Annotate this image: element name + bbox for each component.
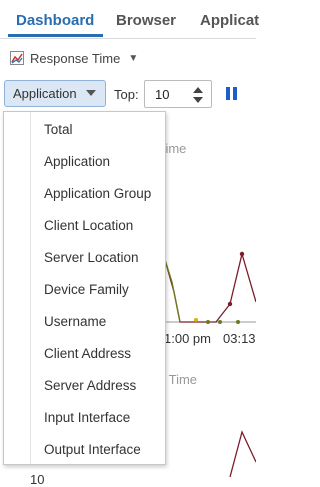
- top-count-value: 10: [155, 87, 170, 102]
- line-series-2: [229, 430, 256, 477]
- menu-item-total[interactable]: Total: [44, 122, 73, 137]
- tab-dashboard[interactable]: Dashboard: [16, 12, 94, 29]
- line-series-1: [160, 242, 256, 324]
- pause-button[interactable]: [226, 87, 238, 100]
- chevron-down-icon: ▼: [128, 52, 139, 64]
- active-tab-indicator: [8, 34, 103, 37]
- tab-applications[interactable]: Applicat: [200, 12, 259, 29]
- pause-icon-bar: [233, 87, 237, 100]
- x-axis-label: 03:13: [223, 331, 256, 346]
- menu-item-device-family[interactable]: Device Family: [44, 282, 129, 297]
- chart-icon: [10, 51, 24, 65]
- top-count-stepper[interactable]: 10: [144, 80, 212, 108]
- menu-gutter: [30, 112, 31, 464]
- spin-down-icon[interactable]: [193, 97, 203, 103]
- chevron-down-icon: [86, 90, 96, 96]
- spin-up-icon[interactable]: [193, 87, 203, 93]
- tab-browser[interactable]: Browser: [116, 12, 176, 29]
- group-by-menu: Total Application Application Group Clie…: [3, 111, 166, 465]
- group-by-dropdown[interactable]: Application: [4, 80, 106, 107]
- y-axis-tick: 10: [30, 472, 45, 487]
- menu-item-server-location[interactable]: Server Location: [44, 250, 139, 265]
- x-axis-label: 1:00 pm: [164, 331, 211, 346]
- menu-item-application-group[interactable]: Application Group: [44, 186, 151, 201]
- menu-item-client-address[interactable]: Client Address: [44, 346, 131, 361]
- metric-label: Response Time: [30, 50, 121, 66]
- menu-item-username[interactable]: Username: [44, 314, 106, 329]
- menu-item-server-address[interactable]: Server Address: [44, 378, 136, 393]
- top-label: Top:: [114, 87, 139, 102]
- menu-item-client-location[interactable]: Client Location: [44, 218, 133, 233]
- group-by-label: Application: [13, 86, 77, 101]
- menu-item-output-interface[interactable]: Output Interface: [44, 442, 141, 457]
- menu-item-application[interactable]: Application: [44, 154, 110, 169]
- pause-icon: [226, 87, 230, 100]
- metric-selector[interactable]: Response Time ▼: [10, 48, 138, 68]
- tab-bar: Dashboard Browser Applicat: [0, 0, 259, 39]
- menu-item-input-interface[interactable]: Input Interface: [44, 410, 130, 425]
